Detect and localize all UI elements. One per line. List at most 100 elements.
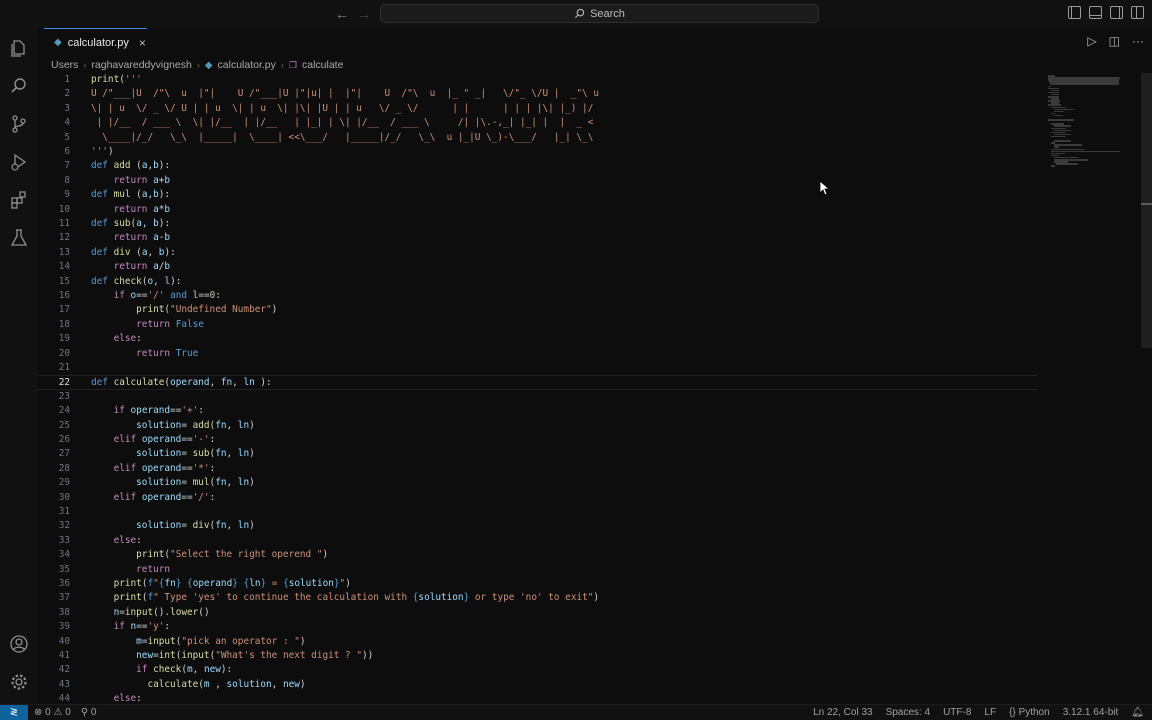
minimap-line	[1056, 163, 1079, 165]
vertical-scrollbar[interactable]	[1141, 73, 1152, 348]
code-line[interactable]: 11 def sub(a, b):	[38, 217, 1038, 231]
code-editor[interactable]: 1 print(''' 2 U /"___|U /"\ u |"| U /"___|U…	[38, 73, 1038, 704]
code-line[interactable]: 35 return	[38, 563, 1038, 577]
code-line[interactable]: 38 n=input().lower()	[38, 606, 1038, 620]
code-line[interactable]: 27 solution= sub(fn, ln)	[38, 447, 1038, 461]
remote-indicator-icon[interactable]: ≷	[0, 705, 28, 720]
breadcrumb-item-users[interactable]: Users	[51, 59, 78, 71]
code-line[interactable]: 37 print(f" Type 'yes' to continue the c…	[38, 591, 1038, 605]
line-number: 42	[58, 664, 70, 676]
line-number: 39	[58, 621, 70, 633]
run-python-file-icon[interactable]: ▷	[1087, 34, 1096, 48]
toggle-primary-sidebar-icon[interactable]	[1068, 6, 1081, 19]
account-icon[interactable]	[9, 634, 29, 654]
code-line[interactable]: 10 return a*b	[38, 203, 1038, 217]
code-line[interactable]: 26 elif operand=='-':	[38, 433, 1038, 447]
code-line[interactable]: 41 new=int(input("What's the next digit …	[38, 649, 1038, 663]
code-line[interactable]: 15 def check(o, l):	[38, 275, 1038, 289]
code-line[interactable]: 36 print(f"{fn} {operand} {ln} = {soluti…	[38, 577, 1038, 591]
more-actions-icon[interactable]: ···	[1132, 34, 1144, 48]
code-text: return True	[136, 347, 199, 359]
run-and-debug-icon[interactable]	[9, 152, 29, 172]
toggle-secondary-sidebar-icon[interactable]	[1110, 6, 1123, 19]
code-line[interactable]: 22 def calculate(operand, fn, ln ):	[38, 375, 1038, 390]
language-mode[interactable]: {} Python	[1009, 707, 1050, 718]
close-icon[interactable]: ×	[139, 36, 146, 50]
command-center-search[interactable]: Search	[380, 4, 819, 23]
code-line[interactable]: 39 if n=='y':	[38, 620, 1038, 634]
manage-gear-icon[interactable]	[9, 672, 29, 692]
minimap[interactable]	[1046, 73, 1126, 173]
code-line[interactable]: 40 m=input("pick an operator : ")	[38, 635, 1038, 649]
code-line[interactable]: 43 calculate(m , solution, new)	[38, 678, 1038, 692]
code-line[interactable]: 25 solution= add(fn, ln)	[38, 419, 1038, 433]
code-text: return a+b	[113, 174, 171, 186]
line-number: 3	[64, 102, 70, 114]
code-text: return a-b	[113, 232, 171, 244]
source-control-icon[interactable]	[9, 114, 29, 134]
code-line[interactable]: 17 print("Undefined Number")	[38, 303, 1038, 317]
code-line[interactable]: 2 U /"___|U /"\ u |"| U /"___|U |"|u| | |…	[38, 87, 1038, 101]
breadcrumb-item-user[interactable]: raghavareddyvignesh	[91, 59, 191, 71]
code-line[interactable]: 32 solution= div(fn, ln)	[38, 519, 1038, 533]
explorer-icon[interactable]	[9, 38, 29, 58]
code-line[interactable]: 4 | |/__ / ___ \ \| |/__ | |/__ | |_| | …	[38, 116, 1038, 130]
code-line[interactable]: 3 \| | u \/ _ \/ U | | u \| | u \| |\| |U…	[38, 102, 1038, 116]
title-bar: ← → Search	[0, 0, 1152, 28]
cursor-position[interactable]: Ln 22, Col 33	[813, 707, 873, 718]
code-line[interactable]: 12 return a-b	[38, 231, 1038, 245]
code-line[interactable]: 19 else:	[38, 332, 1038, 346]
split-editor-icon[interactable]: ◫	[1109, 34, 1120, 48]
tab-calculator-py[interactable]: ◆ calculator.py ×	[44, 28, 147, 56]
line-number: 31	[58, 506, 70, 517]
code-line[interactable]: 42 if check(m, new):	[38, 663, 1038, 677]
code-line[interactable]: 31	[38, 505, 1038, 519]
breadcrumb-item-file[interactable]: calculator.py	[218, 59, 276, 71]
line-number: 40	[58, 635, 70, 647]
code-line[interactable]: 9 def mul (a,b):	[38, 188, 1038, 202]
toggle-panel-icon[interactable]	[1089, 6, 1102, 19]
code-line[interactable]: 33 else:	[38, 534, 1038, 548]
code-line[interactable]: 5 \____|/_/ \_\ |_____| \____| <<\___/ |…	[38, 131, 1038, 145]
code-line[interactable]: 34 print("Select the right operend ")	[38, 548, 1038, 562]
back-arrow-icon[interactable]: ←	[333, 5, 351, 23]
line-number: 22	[58, 377, 70, 389]
end-of-line[interactable]: LF	[984, 707, 996, 718]
customize-layout-icon[interactable]	[1131, 6, 1144, 19]
ports-indicator[interactable]: ⚲ 0	[81, 707, 97, 718]
code-line[interactable]: 6 ''')	[38, 145, 1038, 159]
code-line[interactable]: 8 return a+b	[38, 174, 1038, 188]
code-line[interactable]: 23	[38, 390, 1038, 404]
code-line[interactable]: 44 else:	[38, 692, 1038, 704]
code-line[interactable]: 14 return a/b	[38, 260, 1038, 274]
breadcrumb-item-symbol[interactable]: calculate	[302, 59, 343, 71]
line-number: 8	[64, 174, 70, 186]
code-line[interactable]: 20 return True	[38, 347, 1038, 361]
code-text: if check(m, new):	[136, 664, 233, 676]
indentation[interactable]: Spaces: 4	[886, 707, 930, 718]
search-view-icon[interactable]	[9, 76, 29, 96]
code-line[interactable]: 13 def div (a, b):	[38, 246, 1038, 260]
code-line[interactable]: 18 return False	[38, 318, 1038, 332]
code-line[interactable]: 1 print('''	[38, 73, 1038, 87]
code-line[interactable]: 16 if o=='/' and l==0:	[38, 289, 1038, 303]
code-text: solution= add(fn, ln)	[136, 419, 255, 431]
code-line[interactable]: 24 if operand=='+':	[38, 404, 1038, 418]
minimap-line	[1049, 83, 1120, 85]
problems-indicator[interactable]: ⊗ 0 ⚠ 0	[34, 707, 71, 718]
code-text: if o=='/' and l==0:	[113, 290, 221, 301]
file-encoding[interactable]: UTF-8	[943, 707, 971, 718]
code-line[interactable]: 21	[38, 361, 1038, 375]
python-interpreter[interactable]: 3.12.1 64-bit	[1063, 707, 1119, 718]
code-line[interactable]: 30 elif operand=='/':	[38, 491, 1038, 505]
forward-arrow-icon[interactable]: →	[355, 5, 373, 23]
code-text: U /"___|U /"\ u |"| U /"___|U |"|u| | |"…	[91, 88, 599, 100]
code-line[interactable]: 29 solution= mul(fn, ln)	[38, 476, 1038, 490]
extensions-icon[interactable]	[9, 190, 29, 210]
notifications-bell-icon[interactable]: 🔔︎	[1131, 707, 1144, 718]
testing-icon[interactable]	[9, 228, 29, 248]
code-line[interactable]: 7 def add (a,b):	[38, 159, 1038, 173]
code-line[interactable]: 28 elif operand=='*':	[38, 462, 1038, 476]
code-text: def calculate(operand, fn, ln ):	[91, 377, 272, 389]
code-text: \____|/_/ \_\ |_____| \____| <<\___/ |__…	[91, 131, 594, 143]
